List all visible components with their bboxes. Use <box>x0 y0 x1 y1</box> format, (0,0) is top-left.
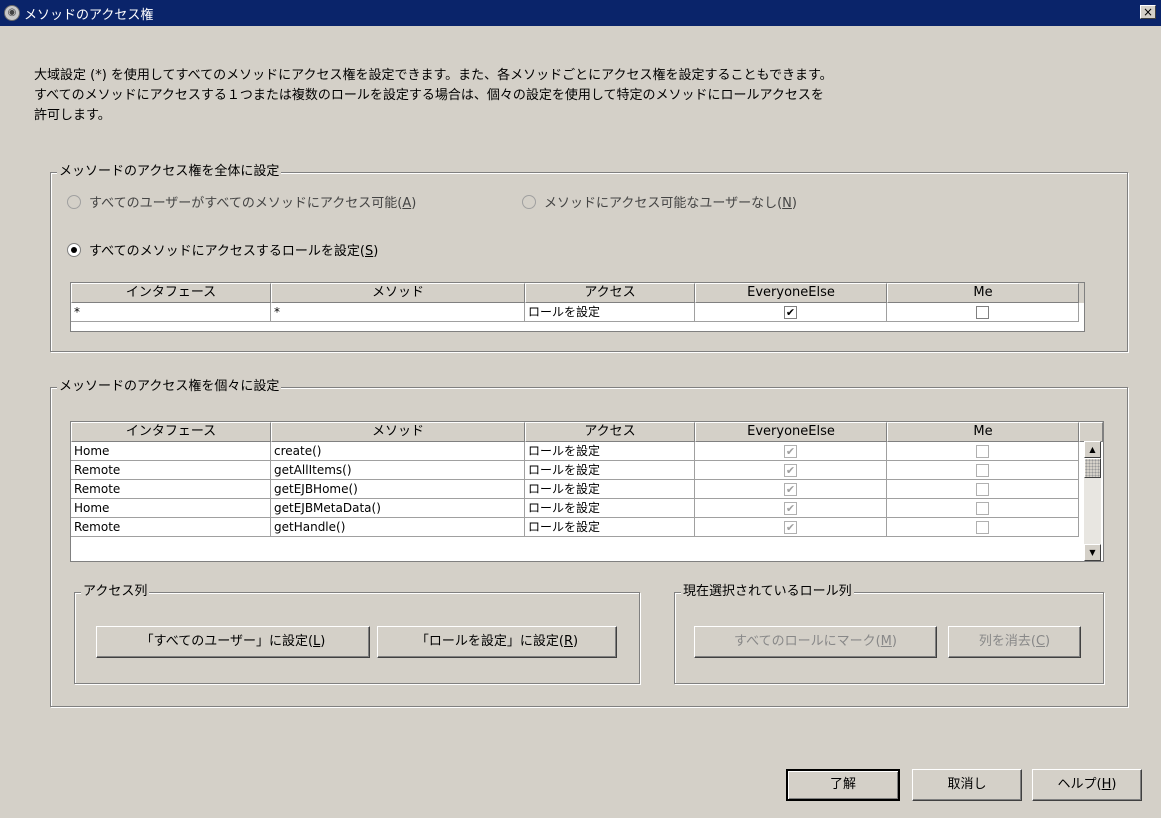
table-row[interactable]: Remote getAllItems() ロールを設定 ✔ <box>71 461 1103 480</box>
cell-me <box>887 303 1079 322</box>
table-row[interactable]: Remote getEJBHome() ロールを設定 ✔ <box>71 480 1103 499</box>
intro-text: 大域設定 (*) を使用してすべてのメソッドにアクセス権を設定できます。また、各… <box>34 66 1094 126</box>
cell-everyoneelse: ✔ <box>695 461 887 480</box>
radio-no-users-indicator[interactable] <box>522 194 536 209</box>
everyoneelse-checkbox[interactable]: ✔ <box>784 521 797 534</box>
me-checkbox[interactable] <box>976 483 989 496</box>
column-header-everyoneelse[interactable]: EveryoneElse <box>695 422 887 442</box>
window-title: メソッドのアクセス権 <box>24 8 154 23</box>
table-row[interactable]: Home create() ロールを設定 ✔ <box>71 442 1103 461</box>
scroll-up-icon[interactable]: ▲ <box>1084 441 1101 458</box>
cancel-button[interactable]: 取消し <box>912 769 1022 801</box>
cell-me <box>887 518 1079 537</box>
me-checkbox[interactable] <box>976 464 989 477</box>
global-access-table: インタフェース メソッド アクセス EveryoneElse Me * * ロー… <box>70 282 1085 332</box>
radio-all-users-label: すべてのユーザーがすべてのメソッドにアクセス可能(A) <box>89 196 417 211</box>
column-header-me[interactable]: Me <box>887 422 1079 442</box>
cell-everyoneelse: ✔ <box>695 499 887 518</box>
table-row[interactable]: Remote getHandle() ロールを設定 ✔ <box>71 518 1103 537</box>
cell-me <box>887 499 1079 518</box>
everyoneelse-checkbox[interactable]: ✔ <box>784 464 797 477</box>
individual-table-body: Home create() ロールを設定 ✔ Remote getAllItems() ロー… <box>71 442 1103 537</box>
cell-everyoneelse: ✔ <box>695 480 887 499</box>
individual-table-header: インタフェース メソッド アクセス EveryoneElse Me <box>71 422 1103 442</box>
intro-line: 許可します。 <box>34 108 111 123</box>
column-header-me[interactable]: Me <box>887 283 1079 303</box>
cell-access[interactable]: ロールを設定 <box>525 442 695 461</box>
scroll-down-icon[interactable]: ▼ <box>1084 544 1101 561</box>
cell-interface[interactable]: Remote <box>71 461 271 480</box>
column-header-interface[interactable]: インタフェース <box>71 422 271 442</box>
everyoneelse-checkbox[interactable]: ✔ <box>784 445 797 458</box>
title-bar: ◉ メソッドのアクセス権 × <box>0 0 1161 26</box>
cell-everyoneelse: ✔ <box>695 303 887 322</box>
cell-everyoneelse: ✔ <box>695 442 887 461</box>
mark-all-roles-button[interactable]: すべてのロールにマーク(M) <box>694 626 937 658</box>
cell-me <box>887 461 1079 480</box>
cell-me <box>887 480 1079 499</box>
everyoneelse-checkbox[interactable]: ✔ <box>784 483 797 496</box>
radio-all-users[interactable]: すべてのユーザーがすべてのメソッドにアクセス可能(A) <box>67 192 416 211</box>
me-checkbox[interactable] <box>976 502 989 515</box>
scroll-track[interactable] <box>1084 478 1101 544</box>
set-all-users-button[interactable]: 「すべてのユーザー」に設定(L) <box>96 626 370 658</box>
global-table-header: インタフェース メソッド アクセス EveryoneElse Me <box>71 283 1084 303</box>
cell-me <box>887 442 1079 461</box>
radio-set-roles-indicator[interactable] <box>67 242 81 257</box>
everyoneelse-checkbox[interactable]: ✔ <box>784 502 797 515</box>
clear-column-button[interactable]: 列を消去(C) <box>948 626 1081 658</box>
table-row[interactable]: * * ロールを設定 ✔ <box>71 303 1084 322</box>
cell-interface[interactable]: Remote <box>71 480 271 499</box>
cell-method[interactable]: getAllItems() <box>271 461 525 480</box>
column-header-access[interactable]: アクセス <box>525 422 695 442</box>
cell-method[interactable]: getEJBHome() <box>271 480 525 499</box>
cell-access[interactable]: ロールを設定 <box>525 480 695 499</box>
cell-access[interactable]: ロールを設定 <box>525 518 695 537</box>
radio-no-users-label: メソッドにアクセス可能なユーザーなし(N) <box>544 196 797 211</box>
ok-button[interactable]: 了解 <box>786 769 900 801</box>
cell-interface[interactable]: Home <box>71 499 271 518</box>
help-button[interactable]: ヘルプ(H) <box>1032 769 1142 801</box>
individual-access-legend: メッソードのアクセス権を個々に設定 <box>57 379 282 395</box>
radio-all-users-indicator[interactable] <box>67 194 81 209</box>
cell-everyoneelse: ✔ <box>695 518 887 537</box>
cell-interface[interactable]: Home <box>71 442 271 461</box>
cell-method[interactable]: * <box>271 303 525 322</box>
intro-line: すべてのメソッドにアクセスする１つまたは複数のロールを設定する場合は、個々の設定… <box>34 88 824 103</box>
close-button[interactable]: × <box>1140 5 1156 19</box>
column-header-method[interactable]: メソッド <box>271 422 525 442</box>
app-icon: ◉ <box>4 5 20 21</box>
cell-access[interactable]: ロールを設定 <box>525 303 695 322</box>
cell-access[interactable]: ロールを設定 <box>525 499 695 518</box>
table-scrollbar[interactable]: ▲ ▼ <box>1084 441 1101 561</box>
column-header-access[interactable]: アクセス <box>525 283 695 303</box>
header-corner <box>1079 422 1103 442</box>
cell-interface[interactable]: Remote <box>71 518 271 537</box>
me-checkbox[interactable] <box>976 521 989 534</box>
intro-line: 大域設定 (*) を使用してすべてのメソッドにアクセス権を設定できます。また、各… <box>34 68 833 83</box>
table-row[interactable]: Home getEJBMetaData() ロールを設定 ✔ <box>71 499 1103 518</box>
me-checkbox[interactable] <box>976 445 989 458</box>
me-checkbox[interactable] <box>976 306 989 319</box>
column-header-interface[interactable]: インタフェース <box>71 283 271 303</box>
scroll-thumb[interactable] <box>1084 458 1101 478</box>
cell-method[interactable]: getHandle() <box>271 518 525 537</box>
radio-set-roles-label: すべてのメソッドにアクセスするロールを設定(S) <box>89 244 379 259</box>
column-header-method[interactable]: メソッド <box>271 283 525 303</box>
radio-no-users[interactable]: メソッドにアクセス可能なユーザーなし(N) <box>522 192 797 211</box>
cell-access[interactable]: ロールを設定 <box>525 461 695 480</box>
cell-method[interactable]: create() <box>271 442 525 461</box>
global-access-legend: メッソードのアクセス権を全体に設定 <box>57 164 282 180</box>
radio-set-roles[interactable]: すべてのメソッドにアクセスするロールを設定(S) <box>67 240 378 259</box>
role-column-legend: 現在選択されているロール列 <box>681 584 854 600</box>
cell-method[interactable]: getEJBMetaData() <box>271 499 525 518</box>
access-column-legend: アクセス列 <box>81 584 150 600</box>
set-roles-button[interactable]: 「ロールを設定」に設定(R) <box>377 626 617 658</box>
everyoneelse-checkbox[interactable]: ✔ <box>784 306 797 319</box>
individual-access-table: インタフェース メソッド アクセス EveryoneElse Me Home cr… <box>70 421 1104 562</box>
column-header-everyoneelse[interactable]: EveryoneElse <box>695 283 887 303</box>
cell-interface[interactable]: * <box>71 303 271 322</box>
